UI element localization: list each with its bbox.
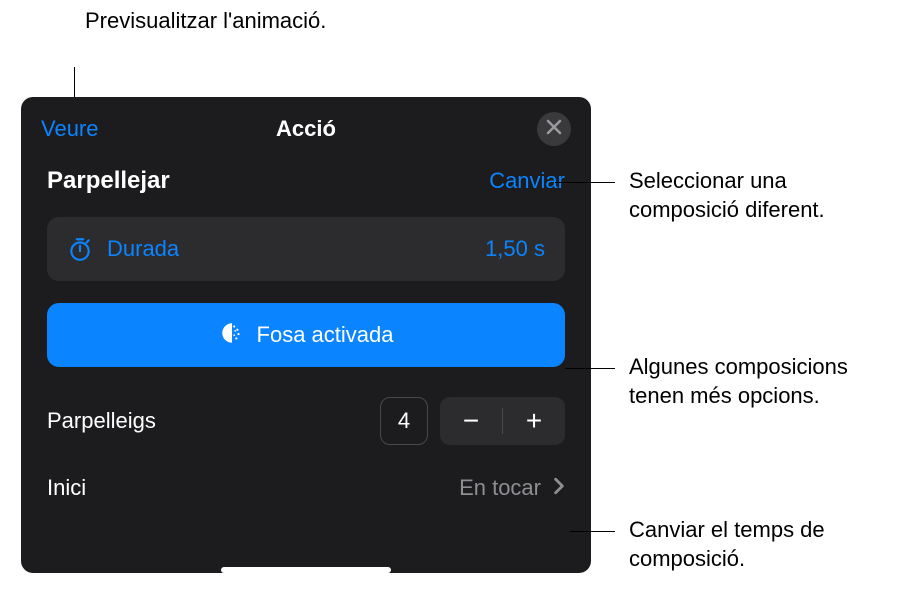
fade-icon <box>219 320 245 351</box>
panel-header: Veure Acció <box>41 111 571 147</box>
callout-change: Seleccionar una composició diferent. <box>629 167 889 224</box>
callout-line <box>555 182 615 183</box>
callout-line <box>565 368 615 369</box>
blinks-label: Parpelleigs <box>47 408 380 434</box>
panel-title: Acció <box>276 116 336 142</box>
callout-line <box>570 531 615 532</box>
stopwatch-icon <box>67 236 93 262</box>
stepper-plus-button[interactable]: + <box>503 397 565 445</box>
callout-timing: Canviar el temps de composició. <box>629 516 889 573</box>
blinks-stepper: − + <box>440 397 565 445</box>
effect-row: Parpellejar Canviar <box>41 161 571 201</box>
callout-options: Algunes composicions tenen més opcions. <box>629 353 889 410</box>
start-label: Inici <box>47 475 459 501</box>
chevron-right-icon <box>553 477 565 500</box>
start-row[interactable]: Inici En tocar <box>41 475 571 501</box>
preview-button[interactable]: Veure <box>41 116 99 142</box>
start-value: En tocar <box>459 475 541 501</box>
blinks-row: Parpelleigs 4 − + <box>41 397 571 445</box>
fade-option-label: Fosa activada <box>257 322 394 348</box>
duration-value: 1,50 s <box>485 236 545 262</box>
blinks-value: 4 <box>380 397 428 445</box>
callout-preview: Previsualitzar l'animació. <box>85 7 326 36</box>
close-icon <box>546 119 562 140</box>
action-panel: Veure Acció Parpellejar Canviar Durada 1… <box>21 97 591 573</box>
home-indicator <box>221 567 391 573</box>
duration-label: Durada <box>107 236 485 262</box>
stepper-minus-button[interactable]: − <box>440 397 502 445</box>
close-button[interactable] <box>537 112 571 146</box>
fade-option-button[interactable]: Fosa activada <box>47 303 565 367</box>
change-button[interactable]: Canviar <box>489 168 565 194</box>
duration-row[interactable]: Durada 1,50 s <box>47 217 565 281</box>
effect-name: Parpellejar <box>47 167 170 195</box>
